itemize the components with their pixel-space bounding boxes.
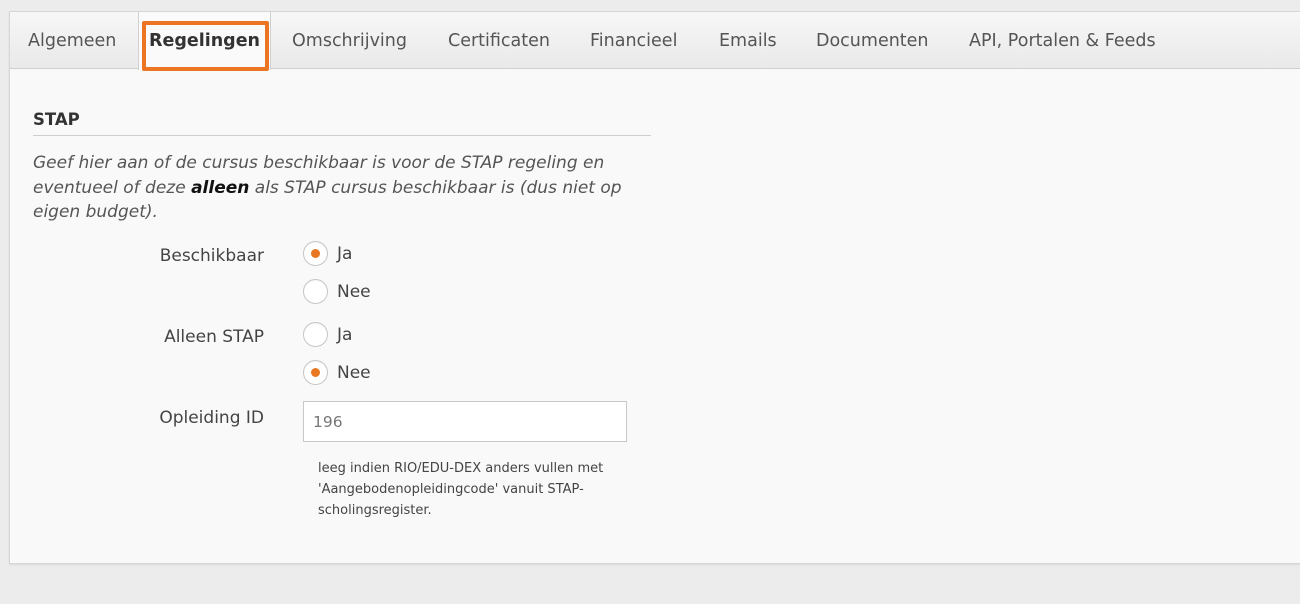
opleiding-id-help-text: leeg indien RIO/EDU-DEX anders vullen me… — [318, 461, 604, 518]
opleiding-id-label: Opleiding ID — [159, 408, 264, 428]
alleen-stap-radio-ja[interactable]: Ja — [303, 321, 352, 348]
alleen-stap-radio-nee[interactable]: Nee — [303, 359, 371, 386]
radio-checked-icon[interactable] — [303, 241, 328, 266]
tab-regelingen[interactable]: Regelingen — [138, 12, 271, 70]
radio-label: Nee — [337, 281, 371, 302]
description-text-bold: alleen — [191, 177, 250, 198]
tab-documenten[interactable]: Documenten — [816, 12, 929, 69]
beschikbaar-radio-ja[interactable]: Ja — [303, 240, 352, 267]
beschikbaar-radio-nee[interactable]: Nee — [303, 278, 371, 305]
radio-unchecked-icon[interactable] — [303, 279, 328, 304]
beschikbaar-label: Beschikbaar — [159, 246, 264, 266]
tab-omschrijving[interactable]: Omschrijving — [292, 12, 407, 69]
main-panel: Algemeen Regelingen Omschrijving Certifi… — [9, 11, 1300, 564]
radio-label: Ja — [337, 243, 353, 264]
section-title: STAP — [33, 110, 80, 129]
tab-algemeen[interactable]: Algemeen — [28, 12, 116, 69]
radio-label: Nee — [337, 362, 371, 383]
radio-label: Ja — [337, 324, 353, 345]
tab-financieel[interactable]: Financieel — [590, 12, 677, 69]
opleiding-id-input[interactable] — [303, 401, 627, 442]
section-description: Geef hier aan of de cursus beschikbaar i… — [33, 151, 623, 225]
tab-bar: Algemeen Regelingen Omschrijving Certifi… — [10, 12, 1300, 70]
tab-api-portalen-feeds[interactable]: API, Portalen & Feeds — [969, 12, 1156, 69]
alleen-stap-label: Alleen STAP — [164, 327, 264, 347]
section-divider — [33, 135, 651, 136]
radio-unchecked-icon[interactable] — [303, 322, 328, 347]
tab-emails[interactable]: Emails — [719, 12, 777, 69]
tab-certificaten[interactable]: Certificaten — [448, 12, 550, 69]
radio-checked-icon[interactable] — [303, 360, 328, 385]
